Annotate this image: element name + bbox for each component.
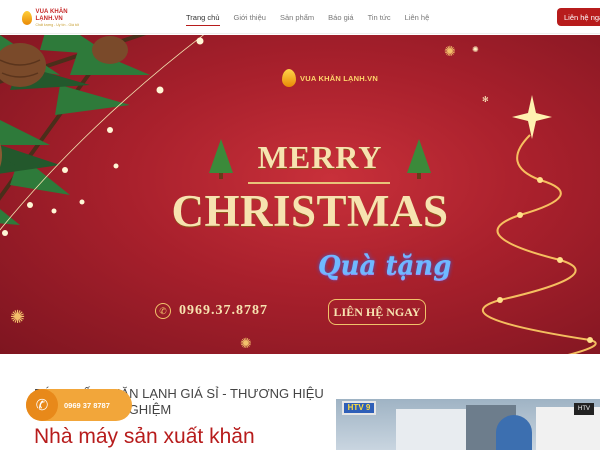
christmas-title: CHRISTMAS	[171, 186, 449, 236]
main-nav: Trang chủ Giới thiệu Sản phẩm Báo giá Ti…	[186, 0, 443, 34]
drop-logo-icon	[282, 69, 297, 87]
photo-machine	[396, 409, 466, 450]
nav-item-contact[interactable]: Liên hệ	[405, 0, 430, 34]
banner-phone[interactable]: ✆ 0969.37.8787	[155, 303, 268, 319]
tv-badge: HTV 9	[342, 401, 376, 415]
site-logo[interactable]: VUA KHĂN LẠNH.VN Chất lượng - Uy tín - G…	[22, 8, 94, 28]
photo-worker	[496, 415, 532, 450]
phone-icon: ✆	[155, 303, 171, 319]
phone-icon: ✆	[26, 389, 58, 421]
banner-contact-button[interactable]: LIÊN HỆ NGAY	[328, 299, 426, 325]
banner-phone-number: 0969.37.8787	[179, 303, 268, 318]
nav-item-home[interactable]: Trang chủ	[186, 0, 220, 34]
nav-item-news[interactable]: Tin tức	[368, 0, 391, 34]
nav-item-products[interactable]: Sản phẩm	[280, 0, 314, 34]
nav-item-pricing[interactable]: Báo giá	[328, 0, 353, 34]
christmas-banner[interactable]: ✺ ✻ ✺ ✺ ✺ VUA KHĂN LẠNH.VN MERRY CHRISTM…	[0, 35, 600, 354]
merry-title: MERRY	[257, 139, 383, 175]
gift-text: Quà tặng	[318, 251, 452, 281]
firework-icon: ✺	[10, 307, 26, 327]
contact-now-button[interactable]: Liên hệ ngay	[557, 8, 600, 26]
firework-icon: ✺	[444, 43, 456, 59]
snowflake-icon: ✻	[482, 95, 489, 104]
snowflake-icon: ✺	[472, 45, 479, 54]
floating-phone-number: 0969 37 8787	[64, 400, 110, 410]
section-heading: Nhà máy sản xuất khăn	[34, 425, 255, 448]
factory-photo: HTV 9 HTV	[336, 399, 600, 450]
banner-logo-text: VUA KHĂN LẠNH.VN	[300, 73, 378, 83]
floating-call-button[interactable]: ✆ 0969 37 8787	[26, 389, 132, 421]
title-divider	[248, 182, 390, 184]
firework-icon: ✺	[240, 335, 252, 351]
nav-item-about[interactable]: Giới thiệu	[234, 0, 266, 34]
logo-tagline: Chất lượng - Uy tín - Giá tốt	[35, 23, 79, 27]
logo-text: VUA KHĂN LẠNH.VN	[35, 9, 68, 22]
drop-logo-icon	[22, 11, 33, 25]
site-header: VUA KHĂN LẠNH.VN Chất lượng - Uy tín - G…	[0, 0, 600, 34]
banner-logo: VUA KHĂN LẠNH.VN	[270, 64, 390, 92]
tv-corner-logo: HTV	[574, 403, 594, 415]
